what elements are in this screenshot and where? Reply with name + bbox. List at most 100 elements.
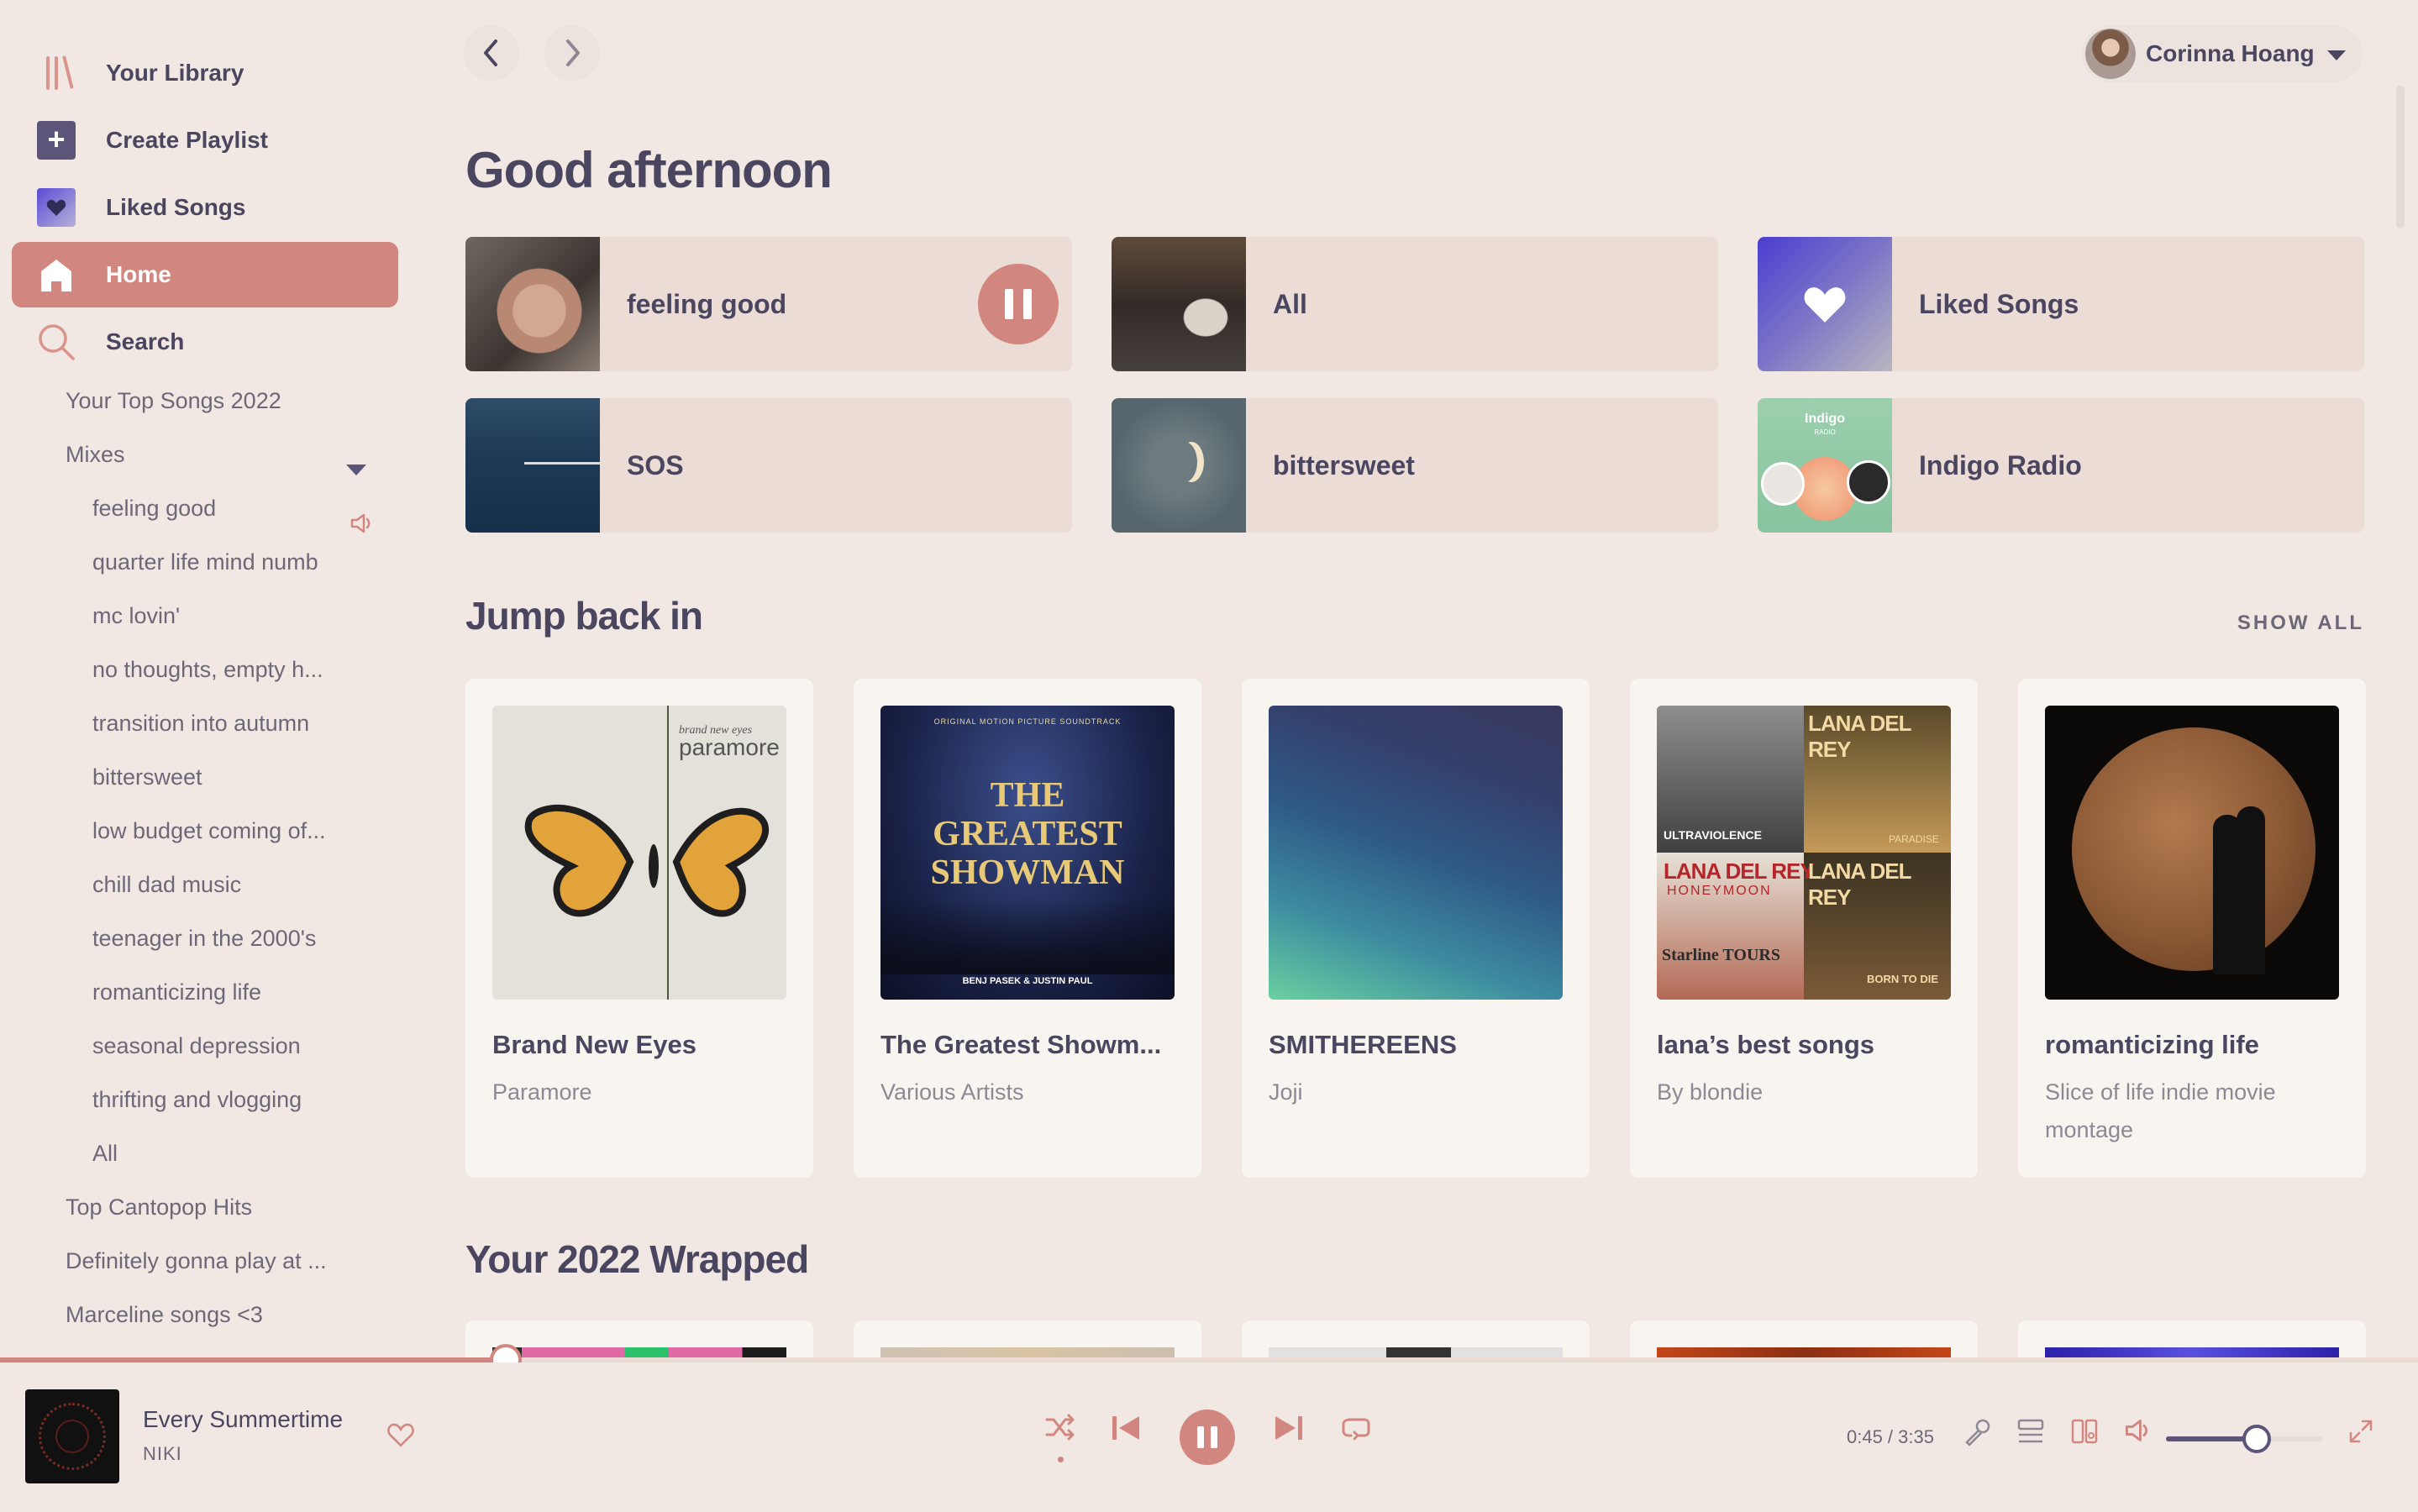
sidebar-playlist-item[interactable]: feeling good <box>92 496 216 522</box>
sidebar-playlist-item[interactable]: teenager in the 2000's <box>92 926 316 952</box>
sidebar-playlist-item[interactable]: mc lovin' <box>92 603 180 629</box>
next-button[interactable] <box>1274 1415 1304 1441</box>
sidebar-playlist-item[interactable]: Top Cantopop Hits <box>66 1194 252 1221</box>
repeat-icon <box>1342 1418 1370 1441</box>
sidebar-playlist-item[interactable]: no thoughts, empty h... <box>92 657 323 683</box>
playlist-art <box>465 398 600 533</box>
scrollbar[interactable] <box>2396 86 2405 228</box>
album-art <box>1269 706 1563 1000</box>
album-art: LANA DEL REY ULTRAVIOLENCE PARADISE LANA… <box>1657 706 1951 1000</box>
shuffle-active-dot <box>1058 1457 1064 1462</box>
album-card[interactable]: romanticizing life Slice of life indie m… <box>2018 679 2366 1178</box>
playlist-art <box>1758 237 1892 371</box>
now-playing-title[interactable]: Every Summertime <box>143 1406 343 1433</box>
sidebar-playlist-item[interactable]: Marceline songs <3 <box>66 1302 263 1328</box>
nav-search[interactable]: Search <box>12 309 398 375</box>
sidebar-playlist-item[interactable]: Definitely gonna play at ... <box>66 1248 327 1274</box>
tile-title: SOS <box>627 450 684 480</box>
user-name: Corinna Hoang <box>2146 40 2315 66</box>
like-button[interactable] <box>386 1421 415 1452</box>
quick-pick-tile[interactable]: feeling good <box>465 237 1072 371</box>
sidebar-playlist-item[interactable]: Mixes <box>66 442 125 468</box>
expand-icon <box>2349 1420 2373 1443</box>
nav-your-library[interactable]: Your Library <box>12 40 398 106</box>
microphone-icon <box>1965 1419 1990 1446</box>
repeat-button[interactable] <box>1341 1415 1371 1441</box>
nav-liked-songs[interactable]: Liked Songs <box>12 175 398 240</box>
album-card[interactable]: SMITHEREENS Joji <box>1242 679 1590 1178</box>
lyrics-button[interactable] <box>1963 1418 1991 1446</box>
art-footer: BENJ PASEK & JUSTIN PAUL <box>962 976 1093 986</box>
connect-device-button[interactable] <box>2070 1418 2099 1445</box>
card-subtitle: By blondie <box>1657 1079 1764 1105</box>
user-menu-button[interactable]: Corinna Hoang <box>2082 25 2363 82</box>
pause-icon <box>1005 289 1013 319</box>
chevron-down-icon[interactable] <box>346 465 366 475</box>
sidebar-playlist-item[interactable]: transition into autumn <box>92 711 309 737</box>
quick-pick-tile[interactable]: All <box>1112 237 1718 371</box>
album-card[interactable]: LANA DEL REY ULTRAVIOLENCE PARADISE LANA… <box>1630 679 1978 1178</box>
sidebar-playlist-item[interactable]: low budget coming of... <box>92 818 326 844</box>
card-title: SMITHEREENS <box>1269 1030 1457 1059</box>
fullscreen-button[interactable] <box>2347 1418 2374 1445</box>
queue-button[interactable] <box>2016 1418 2045 1445</box>
art-text: THE GREATEST SHOWMAN <box>930 776 1125 892</box>
forward-button[interactable] <box>544 25 600 81</box>
pause-button[interactable] <box>978 264 1059 344</box>
nav-label: Your Library <box>106 60 244 86</box>
shuffle-button[interactable] <box>1043 1413 1077 1443</box>
now-playing-artist[interactable]: NIKI <box>143 1443 182 1465</box>
nav-create-playlist[interactable]: + Create Playlist <box>12 108 398 173</box>
pause-icon <box>1197 1426 1204 1448</box>
tile-title: All <box>1273 289 1307 319</box>
quick-pick-tile[interactable]: SOS <box>465 398 1072 533</box>
sidebar-playlist-item[interactable]: All <box>92 1141 118 1167</box>
pause-icon <box>1023 289 1032 319</box>
playlist-art <box>465 237 600 371</box>
album-card[interactable]: ORIGINAL MOTION PICTURE SOUNDTRACK THE G… <box>854 679 1201 1178</box>
play-pause-button[interactable] <box>1180 1410 1235 1465</box>
sidebar-playlist-item[interactable]: thrifting and vlogging <box>92 1087 302 1113</box>
volume-button[interactable] <box>2124 1418 2151 1443</box>
sidebar-playlist-item[interactable]: romanticizing life <box>92 979 261 1005</box>
plus-icon: + <box>37 121 76 160</box>
pause-icon <box>1211 1426 1217 1448</box>
quick-pick-tile[interactable]: bittersweet <box>1112 398 1718 533</box>
sidebar-playlist-item[interactable]: chill dad music <box>92 872 241 898</box>
avatar <box>2085 29 2136 79</box>
search-icon <box>37 323 76 361</box>
queue-icon <box>2017 1419 2044 1443</box>
player-bar: Every Summertime NIKI 0:45 / 3:35 <box>0 1362 2418 1512</box>
nav-home[interactable]: Home <box>12 242 398 307</box>
playlist-art: Indigo RADIO <box>1758 398 1892 533</box>
art-text: LANA DEL REY <box>1808 711 1911 762</box>
tile-title: Indigo Radio <box>1919 450 2082 480</box>
home-icon <box>37 255 76 294</box>
show-all-link[interactable]: SHOW ALL <box>2237 612 2364 635</box>
tile-title: Liked Songs <box>1919 289 2079 319</box>
sidebar-playlist-item[interactable]: bittersweet <box>92 764 202 790</box>
sidebar-playlist-item[interactable]: quarter life mind numb <box>92 549 318 575</box>
volume-icon <box>2126 1420 2147 1441</box>
chevron-down-icon <box>2327 50 2346 60</box>
album-card[interactable]: brand new eyes paramore Brand New Eyes P… <box>465 679 813 1178</box>
speaker-icon <box>350 512 373 538</box>
art-text: BORN TO DIE <box>1867 973 1938 985</box>
nav-label: Search <box>106 328 185 354</box>
art-text: LANA DEL REY <box>1664 858 1815 884</box>
art-text: Starline TOURS <box>1662 946 1780 964</box>
heart-icon <box>37 188 76 227</box>
quick-pick-tile[interactable]: Indigo RADIO Indigo Radio <box>1758 398 2364 533</box>
sidebar-playlist-item[interactable]: Your Top Songs 2022 <box>66 388 281 414</box>
quick-pick-tile[interactable]: Liked Songs <box>1758 237 2364 371</box>
card-title: Brand New Eyes <box>492 1030 696 1059</box>
back-button[interactable] <box>464 25 519 81</box>
art-text: paramore <box>679 734 780 760</box>
nav-label: Liked Songs <box>106 194 246 220</box>
sidebar-playlist-item[interactable]: seasonal depression <box>92 1033 301 1059</box>
card-subtitle: Slice of life indie movie montage <box>2045 1079 2276 1142</box>
volume-handle[interactable] <box>2242 1425 2271 1453</box>
art-text: PARADISE <box>1889 833 1939 845</box>
skip-previous-icon <box>1112 1416 1139 1440</box>
previous-button[interactable] <box>1111 1415 1141 1441</box>
